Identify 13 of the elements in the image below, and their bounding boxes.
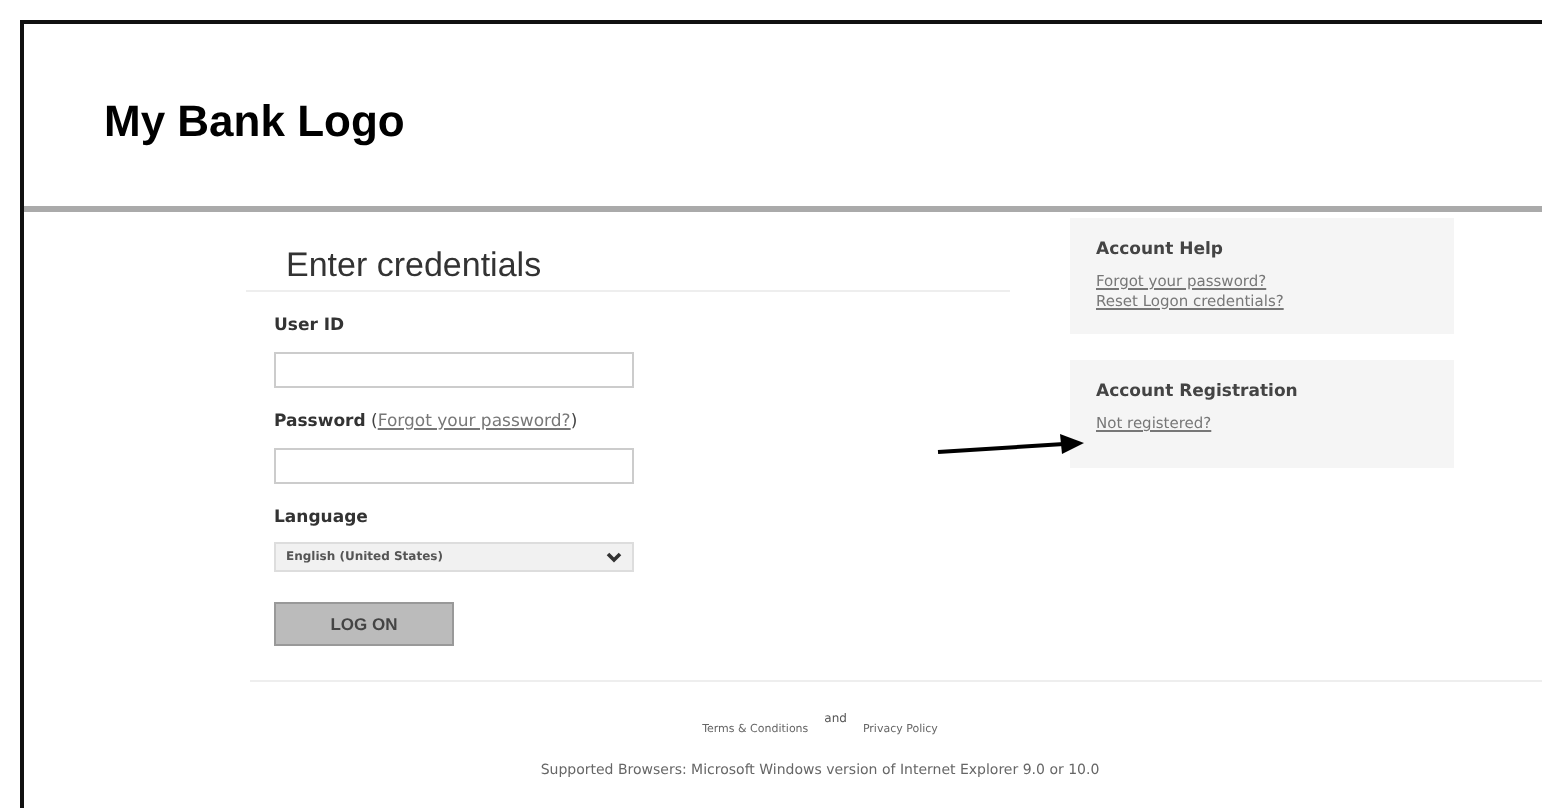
footer-text: and — [824, 712, 847, 727]
bank-logo: My Bank Logo — [104, 94, 405, 150]
field-label: Password (Forgot your password?) — [274, 409, 580, 436]
input-field[interactable] — [274, 447, 634, 484]
chevron-down-icon — [606, 551, 622, 564]
input-field[interactable] — [274, 351, 634, 388]
form-title: Enter credentials — [246, 244, 1010, 293]
panel-title: Account Help — [1096, 238, 1225, 264]
field-label: Language — [274, 505, 370, 531]
panel-title: Account Registration — [1096, 380, 1300, 406]
log-on-button[interactable]: LOG ON — [274, 602, 454, 647]
forgot-password-link[interactable]: Forgot your password? — [377, 411, 571, 432]
field-label: User ID — [274, 314, 347, 340]
